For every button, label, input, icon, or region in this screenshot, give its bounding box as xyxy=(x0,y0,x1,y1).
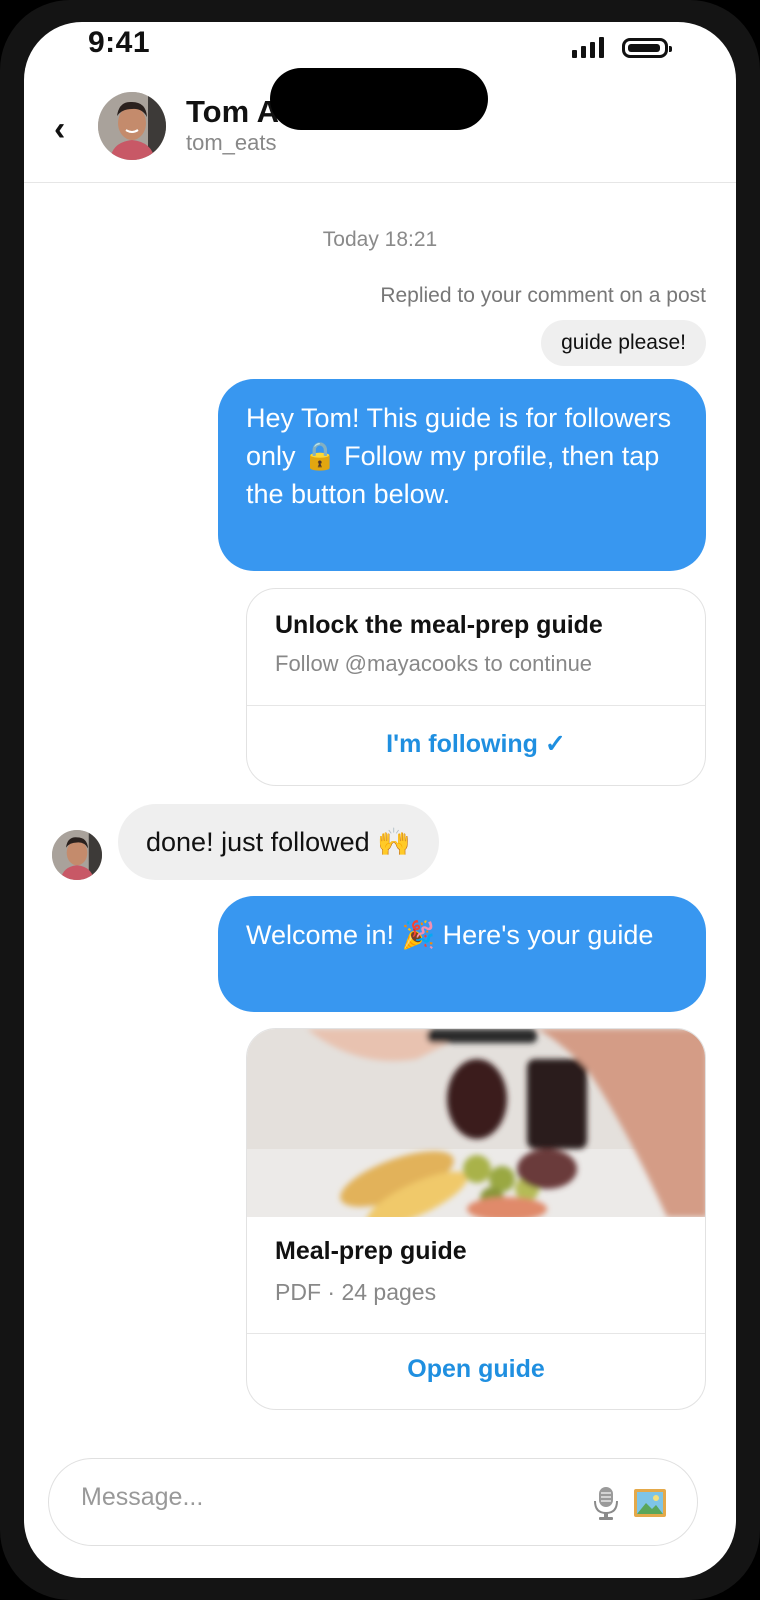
microphone-icon[interactable] xyxy=(589,1485,623,1521)
phone-frame: 9:41 ‹ Tom A tom_eats Today 18:21 Replie… xyxy=(0,0,760,1600)
unlock-card-title: Unlock the meal-prep guide xyxy=(275,611,603,639)
unlock-card: Unlock the meal-prep guide Follow @mayac… xyxy=(246,588,706,786)
outgoing-message[interactable]: Welcome in! 🎉 Here's your guide xyxy=(218,896,706,1012)
image-icon[interactable] xyxy=(632,1485,668,1521)
open-guide-button[interactable]: Open guide xyxy=(247,1355,705,1384)
guide-card-subtitle: PDF · 24 pages xyxy=(275,1279,437,1305)
screen: 9:41 ‹ Tom A tom_eats Today 18:21 Replie… xyxy=(24,22,736,1578)
message-composer[interactable]: Message... xyxy=(48,1458,698,1546)
thread-timestamp: Today 18:21 xyxy=(322,228,438,251)
card-divider xyxy=(247,705,705,706)
quoted-comment[interactable]: guide please! xyxy=(541,320,706,366)
signal-icon xyxy=(572,36,604,58)
contact-name[interactable]: Tom A xyxy=(186,94,279,130)
dynamic-island xyxy=(270,68,488,130)
avatar[interactable] xyxy=(52,830,102,880)
reply-context-note: Replied to your comment on a post xyxy=(380,284,706,307)
avatar[interactable] xyxy=(98,92,166,160)
guide-card-title: Meal-prep guide xyxy=(275,1237,467,1265)
message-input[interactable]: Message... xyxy=(81,1483,203,1512)
status-time: 9:41 xyxy=(88,26,151,59)
chevron-left-icon[interactable]: ‹ xyxy=(54,110,65,149)
card-divider xyxy=(247,1333,705,1334)
contact-handle: tom_eats xyxy=(186,130,277,155)
outgoing-message[interactable]: Hey Tom! This guide is for followers onl… xyxy=(218,379,706,571)
incoming-message[interactable]: done! just followed 🙌 xyxy=(118,804,439,880)
battery-icon xyxy=(622,38,672,58)
unlock-card-subtitle: Follow @mayacooks to continue xyxy=(275,651,593,676)
guide-cover-image xyxy=(247,1029,705,1217)
guide-card[interactable]: Meal-prep guide PDF · 24 pages Open guid… xyxy=(246,1028,706,1410)
im-following-button[interactable]: I'm following ✓ xyxy=(247,729,705,759)
header-divider xyxy=(24,182,736,183)
